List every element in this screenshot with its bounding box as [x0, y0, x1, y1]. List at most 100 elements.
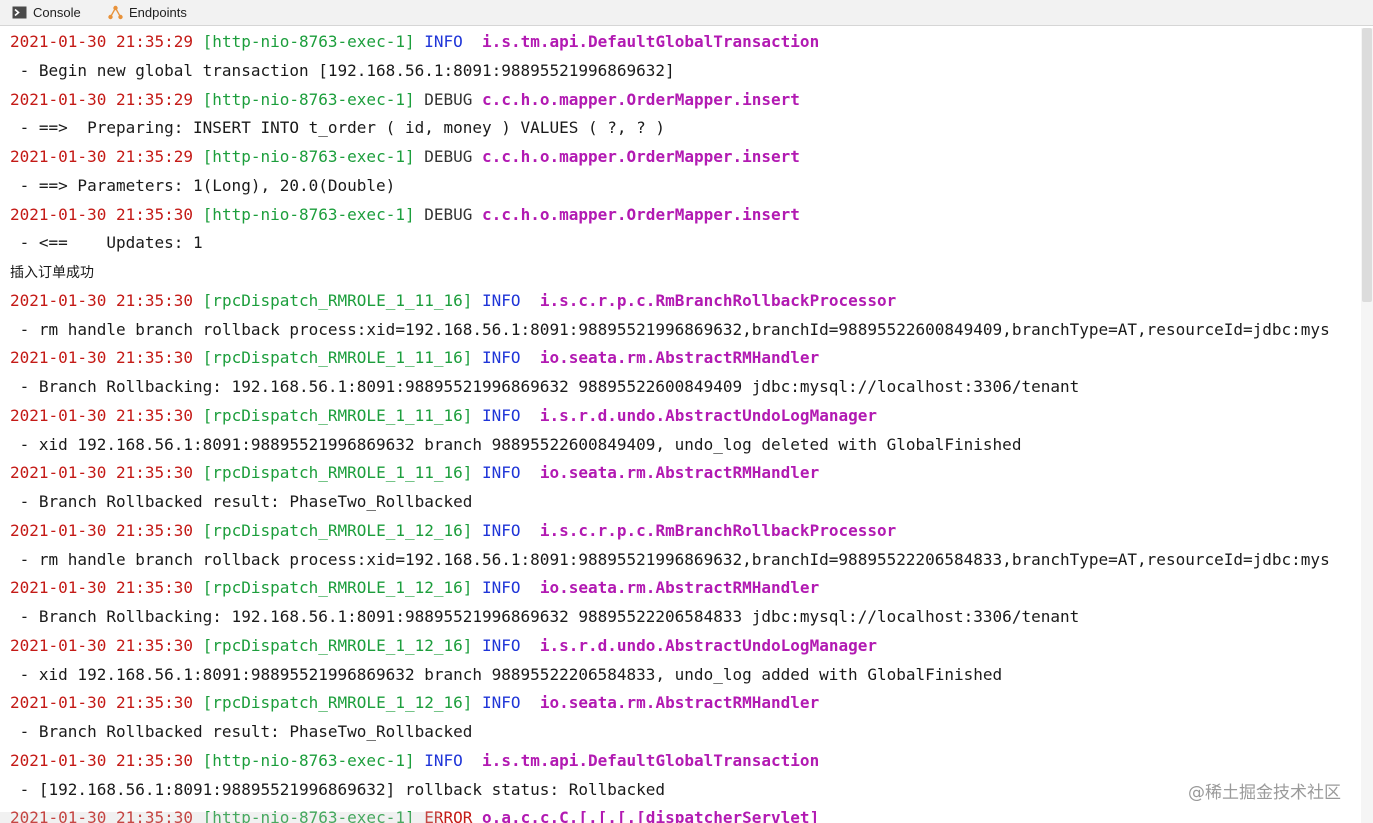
log-level: DEBUG: [424, 89, 473, 109]
log-thread: [rpcDispatch_RMROLE_1_12_16]: [202, 693, 473, 713]
log-timestamp: 2021-01-30 21:35:30: [10, 750, 194, 770]
log-thread: [rpcDispatch_RMROLE_1_12_16]: [202, 578, 473, 598]
log-level: INFO: [424, 750, 473, 770]
log-message-line: - [192.168.56.1:8091:98895521996869632] …: [10, 776, 665, 804]
vertical-scrollbar[interactable]: [1361, 28, 1373, 823]
log-message: - rm handle branch rollback process:xid=…: [10, 549, 1330, 569]
log-logger: i.s.c.r.p.c.RmBranchRollbackProcessor: [539, 520, 897, 540]
log-message: - Branch Rollbacked result: PhaseTwo_Rol…: [10, 722, 473, 741]
log-logger: io.seata.rm.AbstractRMHandler: [539, 463, 820, 483]
log-timestamp: 2021-01-30 21:35:30: [10, 463, 194, 483]
log-message-line: - Branch Rollbacking: 192.168.56.1:8091:…: [10, 603, 1080, 631]
endpoints-icon: [108, 5, 123, 20]
log-thread: [rpcDispatch_RMROLE_1_11_16]: [202, 405, 473, 425]
log-timestamp: 2021-01-30 21:35:30: [10, 578, 194, 598]
log-message-line: - rm handle branch rollback process:xid=…: [10, 316, 1330, 344]
log-message-line: - xid 192.168.56.1:8091:9889552199686963…: [10, 431, 1022, 459]
log-header-line: 2021-01-30 21:35:30 [rpcDispatch_RMROLE_…: [10, 344, 819, 372]
log-message: - rm handle branch rollback process:xid=…: [10, 319, 1330, 339]
partially-visible-line-shade: [0, 812, 440, 823]
log-timestamp: 2021-01-30 21:35:29: [10, 89, 194, 109]
watermark: @稀土掘金技术社区: [1188, 783, 1341, 803]
log-message: - ==> Parameters: 1(Long), 20.0(Double): [10, 175, 396, 195]
log-level: INFO: [482, 463, 531, 483]
log-message-line: - Branch Rollbacked result: PhaseTwo_Rol…: [10, 488, 473, 516]
log-timestamp: 2021-01-30 21:35:30: [10, 204, 194, 224]
log-header-line: 2021-01-30 21:35:30 [rpcDispatch_RMROLE_…: [10, 287, 896, 315]
log-thread: [rpcDispatch_RMROLE_1_11_16]: [202, 463, 473, 483]
log-logger: c.c.h.o.mapper.OrderMapper.insert: [482, 147, 800, 166]
log-header-line: 2021-01-30 21:35:29 [http-nio-8763-exec-…: [10, 143, 800, 171]
log-logger: io.seata.rm.AbstractRMHandler: [539, 693, 820, 713]
log-message-line: 插入订单成功: [10, 258, 94, 286]
log-thread: [rpcDispatch_RMROLE_1_12_16]: [202, 520, 473, 540]
log-logger: io.seata.rm.AbstractRMHandler: [539, 578, 820, 598]
log-logger: io.seata.rm.AbstractRMHandler: [539, 348, 820, 368]
log-header-line: 2021-01-30 21:35:30 [rpcDispatch_RMROLE_…: [10, 632, 877, 660]
log-timestamp: 2021-01-30 21:35:29: [10, 147, 194, 166]
log-level: INFO: [482, 635, 531, 655]
log-header-line: 2021-01-30 21:35:30 [rpcDispatch_RMROLE_…: [10, 574, 819, 602]
log-message-line: - Branch Rollbacking: 192.168.56.1:8091:…: [10, 373, 1080, 401]
tab-endpoints[interactable]: Endpoints: [108, 0, 187, 25]
tab-endpoints-label: Endpoints: [129, 5, 187, 20]
log-timestamp: 2021-01-30 21:35:29: [10, 32, 194, 51]
log-message: - xid 192.168.56.1:8091:9889552199686963…: [10, 664, 1003, 684]
log-stdout-text: 插入订单成功: [10, 265, 94, 281]
log-message-line: - rm handle branch rollback process:xid=…: [10, 546, 1330, 574]
log-level: INFO: [482, 578, 531, 598]
log-level: INFO: [424, 32, 473, 51]
log-message: - Branch Rollbacked result: PhaseTwo_Rol…: [10, 492, 473, 511]
console-icon: [12, 6, 27, 19]
log-logger: i.s.r.d.undo.AbstractUndoLogManager: [539, 405, 877, 425]
log-header-line: 2021-01-30 21:35:30 [http-nio-8763-exec-…: [10, 201, 800, 229]
log-timestamp: 2021-01-30 21:35:30: [10, 290, 194, 310]
console-output[interactable]: 2021-01-30 21:35:29 [http-nio-8763-exec-…: [0, 28, 1361, 823]
log-header-line: 2021-01-30 21:35:30 [rpcDispatch_RMROLE_…: [10, 517, 896, 545]
log-header-line: 2021-01-30 21:35:29 [http-nio-8763-exec-…: [10, 28, 819, 56]
log-logger: i.s.r.d.undo.AbstractUndoLogManager: [539, 635, 877, 655]
log-logger: i.s.tm.api.DefaultGlobalTransaction: [482, 750, 820, 770]
log-level: INFO: [482, 348, 531, 368]
log-logger: c.c.h.o.mapper.OrderMapper.insert: [482, 89, 800, 109]
log-message: - Branch Rollbacking: 192.168.56.1:8091:…: [10, 377, 1080, 396]
log-logger: i.s.c.r.p.c.RmBranchRollbackProcessor: [539, 290, 897, 310]
log-thread: [rpcDispatch_RMROLE_1_11_16]: [202, 290, 473, 310]
log-header-line: 2021-01-30 21:35:30 [http-nio-8763-exec-…: [10, 747, 819, 775]
log-timestamp: 2021-01-30 21:35:30: [10, 520, 194, 540]
log-level: INFO: [482, 405, 531, 425]
log-level: INFO: [482, 693, 531, 713]
log-level: DEBUG: [424, 204, 473, 224]
log-timestamp: 2021-01-30 21:35:30: [10, 635, 194, 655]
log-message-line: - ==> Parameters: 1(Long), 20.0(Double): [10, 172, 396, 200]
log-timestamp: 2021-01-30 21:35:30: [10, 348, 194, 368]
log-message: - Begin new global transaction [192.168.…: [10, 60, 675, 80]
log-level: DEBUG: [424, 147, 473, 166]
log-message-line: - ==> Preparing: INSERT INTO t_order ( i…: [10, 114, 665, 142]
log-message-line: - Branch Rollbacked result: PhaseTwo_Rol…: [10, 718, 473, 746]
scrollbar-thumb[interactable]: [1362, 28, 1372, 302]
log-logger: i.s.tm.api.DefaultGlobalTransaction: [482, 32, 820, 51]
log-header-line: 2021-01-30 21:35:29 [http-nio-8763-exec-…: [10, 86, 800, 114]
log-header-line: 2021-01-30 21:35:30 [rpcDispatch_RMROLE_…: [10, 459, 819, 487]
log-message: - Branch Rollbacking: 192.168.56.1:8091:…: [10, 607, 1080, 626]
log-message: - xid 192.168.56.1:8091:9889552199686963…: [10, 434, 1022, 454]
log-thread: [rpcDispatch_RMROLE_1_12_16]: [202, 635, 473, 655]
log-message-line: - <== Updates: 1: [10, 229, 203, 257]
log-thread: [rpcDispatch_RMROLE_1_11_16]: [202, 348, 473, 368]
tab-console[interactable]: Console: [12, 0, 81, 25]
log-thread: [http-nio-8763-exec-1]: [202, 89, 415, 109]
log-header-line: 2021-01-30 21:35:30 [rpcDispatch_RMROLE_…: [10, 402, 877, 430]
log-message-line: - Begin new global transaction [192.168.…: [10, 57, 675, 85]
log-level: INFO: [482, 520, 531, 540]
log-header-line: 2021-01-30 21:35:30 [rpcDispatch_RMROLE_…: [10, 689, 819, 717]
tool-window-tabbar: Console Endpoints: [0, 0, 1373, 26]
log-timestamp: 2021-01-30 21:35:30: [10, 405, 194, 425]
log-thread: [http-nio-8763-exec-1]: [202, 147, 415, 166]
log-logger: c.c.h.o.mapper.OrderMapper.insert: [482, 204, 800, 224]
log-level: INFO: [482, 290, 531, 310]
log-message-line: - xid 192.168.56.1:8091:9889552199686963…: [10, 661, 1003, 689]
log-thread: [http-nio-8763-exec-1]: [202, 750, 415, 770]
log-timestamp: 2021-01-30 21:35:30: [10, 693, 194, 713]
tab-console-label: Console: [33, 5, 81, 20]
